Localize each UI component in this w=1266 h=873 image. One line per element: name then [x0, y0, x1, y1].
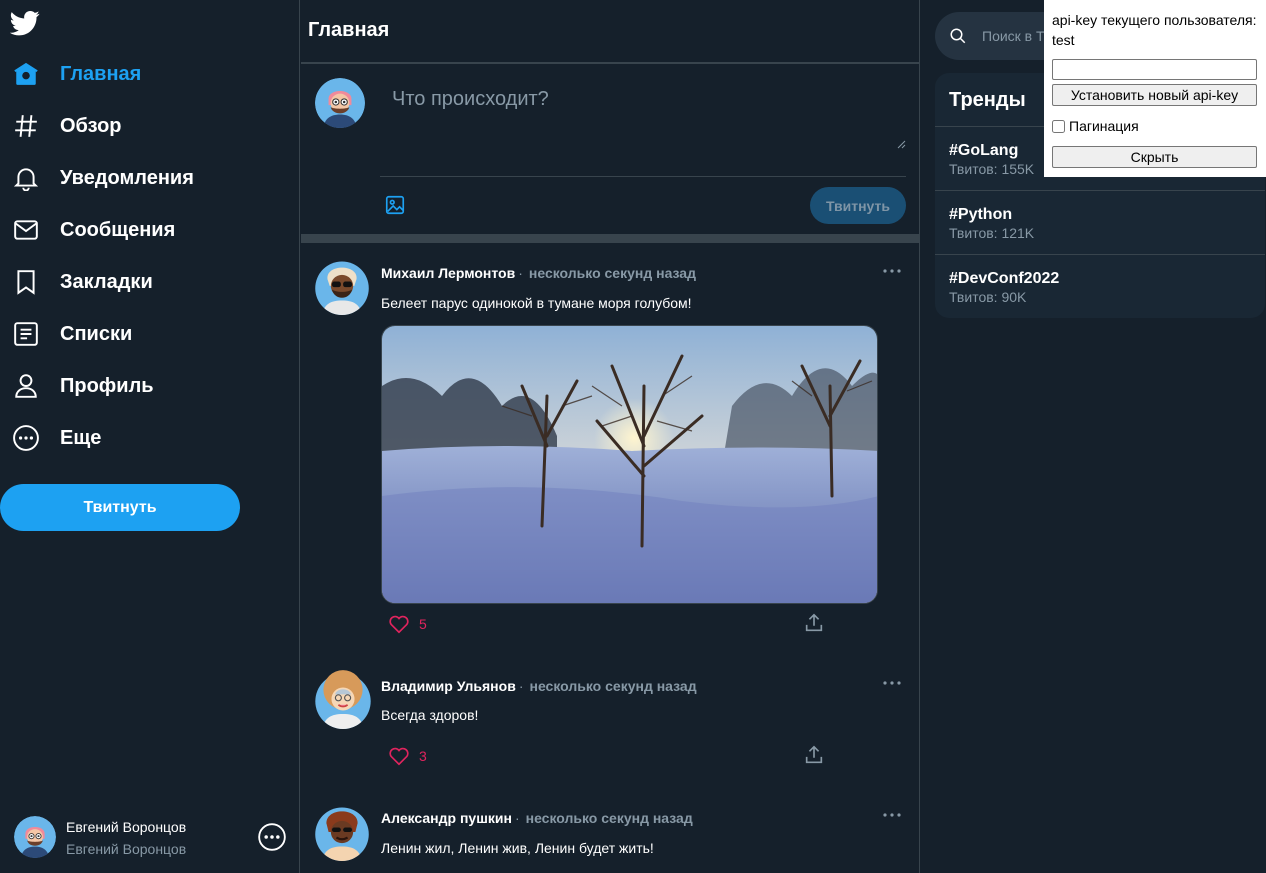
tweet-composer: Твитнуть — [301, 64, 920, 234]
api-key-input[interactable] — [1052, 59, 1257, 80]
tweet: Михаил Лермонтов · несколько секунд назад … — [301, 243, 920, 657]
tweet-author[interactable]: Владимир Ульянов — [381, 678, 516, 694]
tweet-header: Михаил Лермонтов · несколько секунд назад — [381, 265, 696, 281]
trend-count: Твитов: 155K — [949, 161, 1035, 177]
heart-icon — [388, 613, 410, 635]
nav-item-profile[interactable]: Профиль — [0, 360, 280, 412]
api-key-panel: api-key текущего пользователя: test Уста… — [1044, 0, 1266, 177]
tweet-time[interactable]: несколько секунд назад — [529, 265, 696, 281]
separator-dot: · — [518, 265, 523, 281]
account-name: Евгений Воронцов — [66, 819, 187, 835]
tweet-text: Всегда здоров! — [381, 707, 479, 723]
image-icon[interactable] — [384, 194, 408, 218]
twitter-bird-icon[interactable] — [10, 8, 40, 38]
account-switcher[interactable]: Евгений Воронцов Евгений Воронцов — [0, 810, 300, 870]
sidebar: Главная Обзор Уведомления Сообщения Закл… — [0, 0, 300, 873]
tweet: Владимир Ульянов · несколько секунд назад … — [301, 657, 920, 789]
nav-label: Обзор — [60, 114, 122, 137]
more-circle-icon[interactable] — [258, 823, 286, 851]
main-column: Главная Что происходит? Твитнуть Михаил … — [301, 0, 920, 873]
tweet-header: Александр пушкин · несколько секунд назад — [381, 810, 693, 826]
nav-item-home[interactable]: Главная — [0, 48, 280, 100]
nav-label: Главная — [60, 62, 142, 85]
avatar — [14, 816, 56, 858]
bookmark-icon — [0, 256, 52, 308]
like-count: 5 — [419, 616, 427, 632]
nav-label: Профиль — [60, 374, 154, 397]
separator-dot: · — [518, 678, 524, 694]
heart-icon — [388, 745, 410, 767]
nav-label: Списки — [60, 322, 133, 345]
hide-panel-button[interactable]: Скрыть — [1052, 146, 1257, 168]
tweet-text: Белеет парус одинокой в тумане моря голу… — [381, 295, 692, 311]
trend-tag: #Python — [949, 206, 1013, 223]
trend-item[interactable]: #DevConf2022 Твитов: 90K — [935, 255, 1265, 318]
trend-item[interactable]: #Python Твитов: 121K — [935, 191, 1265, 254]
tweet-author[interactable]: Александр пушкин — [381, 810, 512, 826]
tweet-time[interactable]: несколько секунд назад — [529, 678, 696, 694]
tweet-header: Владимир Ульянов · несколько секунд назад — [381, 678, 697, 694]
nav-item-explore[interactable]: Обзор — [0, 100, 280, 152]
like-button[interactable]: 5 — [388, 613, 427, 635]
search-icon — [949, 27, 967, 45]
nav-item-notifications[interactable]: Уведомления — [0, 152, 280, 204]
avatar — [315, 78, 365, 128]
page-title: Главная — [308, 19, 390, 41]
trend-count: Твитов: 121K — [949, 225, 1035, 241]
avatar[interactable] — [315, 669, 371, 729]
tweet-input[interactable] — [380, 84, 906, 148]
avatar[interactable] — [315, 257, 369, 315]
like-count: 3 — [419, 748, 427, 764]
like-button[interactable]: 3 — [388, 745, 427, 767]
tweet-photo[interactable] — [381, 325, 878, 604]
api-key-label: api-key текущего пользователя: test — [1052, 12, 1257, 48]
more-horizontal-icon[interactable] — [879, 261, 905, 281]
share-icon[interactable] — [803, 612, 825, 634]
tweet: Александр пушкин · несколько секунд назад … — [301, 789, 920, 873]
tweet-author[interactable]: Михаил Лермонтов — [381, 265, 515, 281]
set-api-key-button[interactable]: Установить новый api-key — [1052, 84, 1257, 106]
nav-label: Закладки — [60, 270, 153, 293]
tweet-text: Ленин жил, Ленин жив, Ленин будет жить! — [381, 840, 654, 856]
trend-tag: #DevConf2022 — [949, 270, 1060, 287]
user-icon — [0, 360, 52, 412]
main-header: Главная — [301, 0, 920, 64]
nav-item-messages[interactable]: Сообщения — [0, 204, 280, 256]
account-handle: Евгений Воронцов — [66, 841, 187, 857]
divider — [380, 176, 906, 177]
nav-label: Сообщения — [60, 218, 176, 241]
nav-item-lists[interactable]: Списки — [0, 308, 280, 360]
avatar[interactable] — [315, 803, 369, 861]
pagination-label: Пагинация — [1069, 118, 1139, 134]
nav-item-bookmarks[interactable]: Закладки — [0, 256, 280, 308]
more-horizontal-icon[interactable] — [879, 805, 905, 825]
list-icon — [0, 308, 52, 360]
pagination-toggle[interactable]: Пагинация — [1052, 118, 1139, 134]
more-circle-icon — [0, 412, 52, 464]
tweet-time[interactable]: несколько секунд назад — [526, 810, 693, 826]
share-icon[interactable] — [803, 744, 825, 766]
feed-separator — [301, 234, 920, 243]
nav-label: Еще — [60, 426, 102, 449]
nav-label: Уведомления — [60, 166, 194, 189]
home-icon — [0, 48, 52, 100]
trend-tag: #GoLang — [949, 142, 1019, 159]
pagination-checkbox[interactable] — [1052, 119, 1065, 133]
hashtag-icon — [0, 100, 52, 152]
more-horizontal-icon[interactable] — [879, 673, 905, 693]
nav-item-more[interactable]: Еще — [0, 412, 280, 464]
trend-count: Твитов: 90K — [949, 289, 1027, 305]
separator-dot: · — [514, 810, 520, 826]
resize-grip-icon[interactable] — [897, 140, 906, 149]
envelope-icon — [0, 204, 52, 256]
bell-icon — [0, 152, 52, 204]
tweet-button[interactable]: Твитнуть — [0, 484, 240, 531]
submit-tweet-button[interactable]: Твитнуть — [810, 187, 906, 224]
trends-title: Тренды — [949, 89, 1026, 111]
